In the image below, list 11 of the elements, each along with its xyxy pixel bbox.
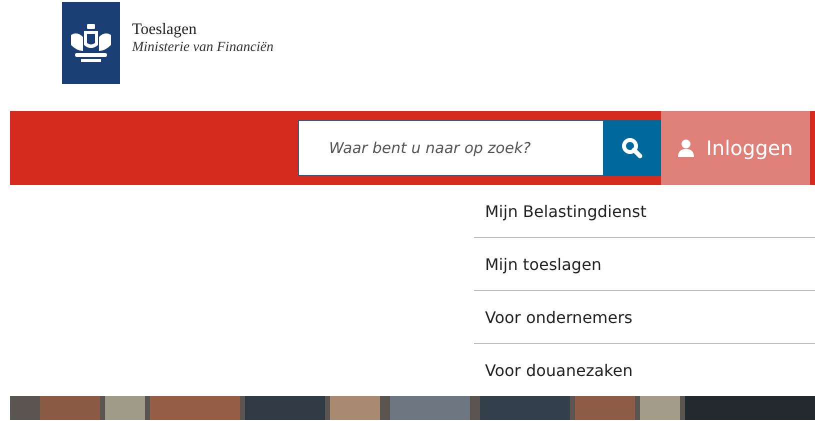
search-icon [621, 137, 643, 159]
search-field[interactable]: Waar bent u naar op zoek? [298, 120, 603, 176]
menu-item[interactable]: Voor ondernemers [474, 291, 815, 344]
logo-mark[interactable] [62, 2, 120, 84]
menu-item[interactable]: Mijn Belastingdienst [474, 185, 815, 238]
user-icon [678, 139, 694, 157]
site-subtitle: Ministerie van Financiën [132, 39, 274, 56]
site-title: Toeslagen [132, 20, 198, 39]
menu-item[interactable]: Voor douanezaken [474, 344, 815, 396]
search-button[interactable] [603, 120, 661, 176]
menu-item[interactable]: Mijn toeslagen [474, 238, 815, 291]
